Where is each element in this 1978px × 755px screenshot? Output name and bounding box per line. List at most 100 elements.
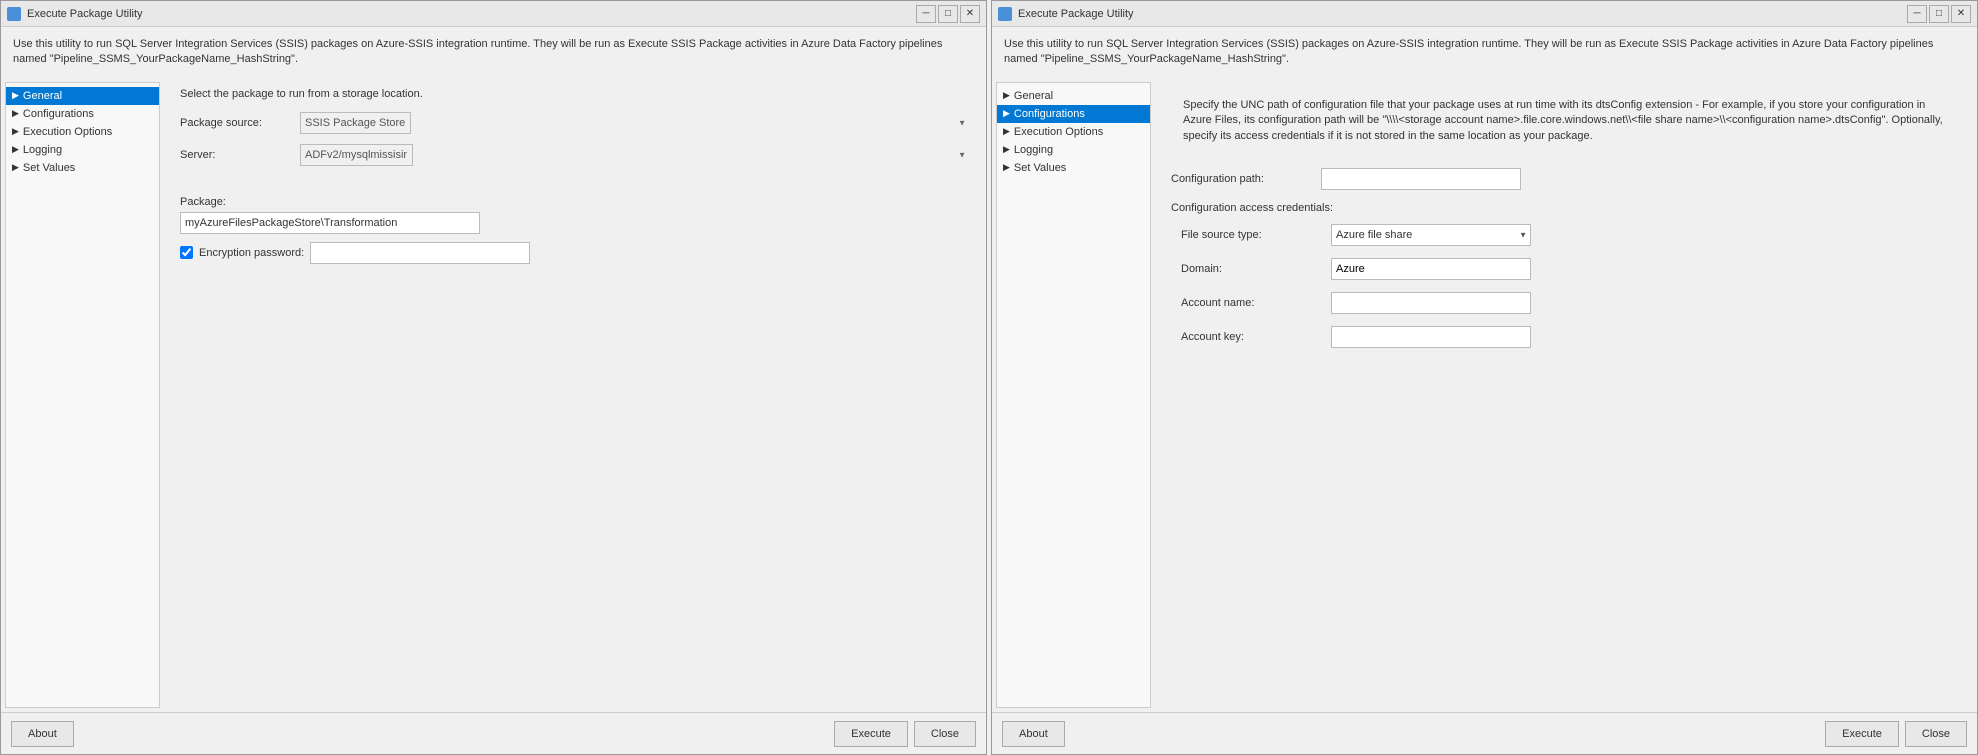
config-path-input[interactable] — [1321, 168, 1521, 190]
account-key-row: Account key: — [1171, 326, 1961, 348]
domain-label: Domain: — [1181, 263, 1331, 275]
sidebar-item-configurations-2[interactable]: ▶ Configurations — [997, 105, 1150, 123]
sidebar-label-general-1: General — [23, 90, 62, 102]
sidebar-item-general-2[interactable]: ▶ General — [997, 87, 1150, 105]
arrow-general-1: ▶ — [12, 90, 19, 101]
sidebar-label-logging-2: Logging — [1014, 144, 1053, 156]
sidebar-item-logging-1[interactable]: ▶ Logging — [6, 141, 159, 159]
sidebar-label-setvalues-1: Set Values — [23, 162, 75, 174]
config-path-row: Configuration path: — [1171, 168, 1961, 190]
sidebar-item-setvalues-2[interactable]: ▶ Set Values — [997, 159, 1150, 177]
bottom-bar-1: About Execute Close — [1, 712, 986, 754]
domain-input[interactable] — [1331, 258, 1531, 280]
package-section: Package: — [180, 196, 970, 234]
file-source-type-select-wrapper: Azure file share — [1331, 224, 1531, 246]
title-bar-controls-2: ─ □ ✕ — [1907, 5, 1971, 23]
configurations-description: Specify the UNC path of configuration fi… — [1171, 88, 1961, 154]
file-source-type-select[interactable]: Azure file share — [1331, 224, 1531, 246]
close-button-1[interactable]: ✕ — [960, 5, 980, 23]
account-key-input[interactable] — [1331, 326, 1531, 348]
main-area-2: ▶ General ▶ Configurations ▶ Execution O… — [992, 78, 1977, 712]
window-title-2: Execute Package Utility — [1018, 8, 1134, 20]
window2-content: Use this utility to run SQL Server Integ… — [992, 27, 1977, 754]
domain-row: Domain: — [1171, 258, 1961, 280]
encryption-row: Encryption password: — [180, 242, 970, 264]
about-button-1[interactable]: About — [11, 721, 74, 747]
sidebar-item-logging-2[interactable]: ▶ Logging — [997, 141, 1150, 159]
file-source-type-label: File source type: — [1181, 229, 1331, 241]
app-icon-2 — [998, 7, 1012, 21]
server-row: Server: ADFv2/mysqlmissisir — [180, 144, 970, 166]
file-source-type-row: File source type: Azure file share — [1171, 224, 1961, 246]
maximize-button-1[interactable]: □ — [938, 5, 958, 23]
package-source-select-wrapper: SSIS Package Store — [300, 112, 970, 134]
intro-text-2: Use this utility to run SQL Server Integ… — [992, 27, 1977, 78]
package-source-select[interactable]: SSIS Package Store — [300, 112, 411, 134]
account-name-input[interactable] — [1331, 292, 1531, 314]
select-package-title: Select the package to run from a storage… — [180, 88, 970, 100]
encryption-label: Encryption password: — [199, 247, 304, 259]
content-area-1: Select the package to run from a storage… — [164, 78, 986, 712]
title-bar-left-2: Execute Package Utility — [998, 7, 1134, 21]
execute-button-2[interactable]: Execute — [1825, 721, 1899, 747]
account-name-row: Account name: — [1171, 292, 1961, 314]
bottom-right-2: Execute Close — [1825, 721, 1967, 747]
server-select[interactable]: ADFv2/mysqlmissisir — [300, 144, 413, 166]
arrow-logging-2: ▶ — [1003, 144, 1010, 155]
close-button-footer-1[interactable]: Close — [914, 721, 976, 747]
title-bar-1: Execute Package Utility ─ □ ✕ — [1, 1, 986, 27]
bottom-bar-2: About Execute Close — [992, 712, 1977, 754]
sidebar-item-general-1[interactable]: ▶ General — [6, 87, 159, 105]
sidebar-item-execution-1[interactable]: ▶ Execution Options — [6, 123, 159, 141]
sidebar-item-setvalues-1[interactable]: ▶ Set Values — [6, 159, 159, 177]
credentials-section: Configuration access credentials: File s… — [1171, 202, 1961, 348]
server-label: Server: — [180, 149, 300, 161]
close-button-2[interactable]: ✕ — [1951, 5, 1971, 23]
arrow-setvalues-1: ▶ — [12, 162, 19, 173]
window1-content: Use this utility to run SQL Server Integ… — [1, 27, 986, 754]
package-input[interactable] — [180, 212, 480, 234]
package-source-row: Package source: SSIS Package Store — [180, 112, 970, 134]
sidebar-1: ▶ General ▶ Configurations ▶ Execution O… — [5, 82, 160, 708]
execute-button-1[interactable]: Execute — [834, 721, 908, 747]
sidebar-2: ▶ General ▶ Configurations ▶ Execution O… — [996, 82, 1151, 708]
main-area-1: ▶ General ▶ Configurations ▶ Execution O… — [1, 78, 986, 712]
arrow-setvalues-2: ▶ — [1003, 162, 1010, 173]
arrow-logging-1: ▶ — [12, 144, 19, 155]
maximize-button-2[interactable]: □ — [1929, 5, 1949, 23]
minimize-button-2[interactable]: ─ — [1907, 5, 1927, 23]
arrow-configurations-2: ▶ — [1003, 108, 1010, 119]
sidebar-label-setvalues-2: Set Values — [1014, 162, 1066, 174]
account-name-label: Account name: — [1181, 297, 1331, 309]
window1: Execute Package Utility ─ □ ✕ Use this u… — [0, 0, 987, 755]
window-title-1: Execute Package Utility — [27, 8, 143, 20]
arrow-general-2: ▶ — [1003, 90, 1010, 101]
content-area-2: Specify the UNC path of configuration fi… — [1155, 78, 1977, 712]
minimize-button-1[interactable]: ─ — [916, 5, 936, 23]
encryption-password-input[interactable] — [310, 242, 530, 264]
title-bar-left-1: Execute Package Utility — [7, 7, 143, 21]
arrow-configurations-1: ▶ — [12, 108, 19, 119]
credentials-title: Configuration access credentials: — [1171, 202, 1961, 214]
package-label: Package: — [180, 196, 970, 208]
encryption-checkbox[interactable] — [180, 246, 193, 259]
config-path-label: Configuration path: — [1171, 173, 1321, 185]
arrow-execution-1: ▶ — [12, 126, 19, 137]
title-bar-controls-1: ─ □ ✕ — [916, 5, 980, 23]
account-key-label: Account key: — [1181, 331, 1331, 343]
sidebar-item-execution-2[interactable]: ▶ Execution Options — [997, 123, 1150, 141]
about-button-2[interactable]: About — [1002, 721, 1065, 747]
intro-text-1: Use this utility to run SQL Server Integ… — [1, 27, 986, 78]
server-select-wrapper: ADFv2/mysqlmissisir — [300, 144, 970, 166]
sidebar-label-execution-1: Execution Options — [23, 126, 112, 138]
sidebar-label-logging-1: Logging — [23, 144, 62, 156]
app-icon-1 — [7, 7, 21, 21]
window2: Execute Package Utility ─ □ ✕ Use this u… — [991, 0, 1978, 755]
package-source-label: Package source: — [180, 117, 300, 129]
arrow-execution-2: ▶ — [1003, 126, 1010, 137]
sidebar-label-configurations-2: Configurations — [1014, 108, 1085, 120]
sidebar-label-execution-2: Execution Options — [1014, 126, 1103, 138]
sidebar-label-configurations-1: Configurations — [23, 108, 94, 120]
sidebar-item-configurations-1[interactable]: ▶ Configurations — [6, 105, 159, 123]
close-button-footer-2[interactable]: Close — [1905, 721, 1967, 747]
